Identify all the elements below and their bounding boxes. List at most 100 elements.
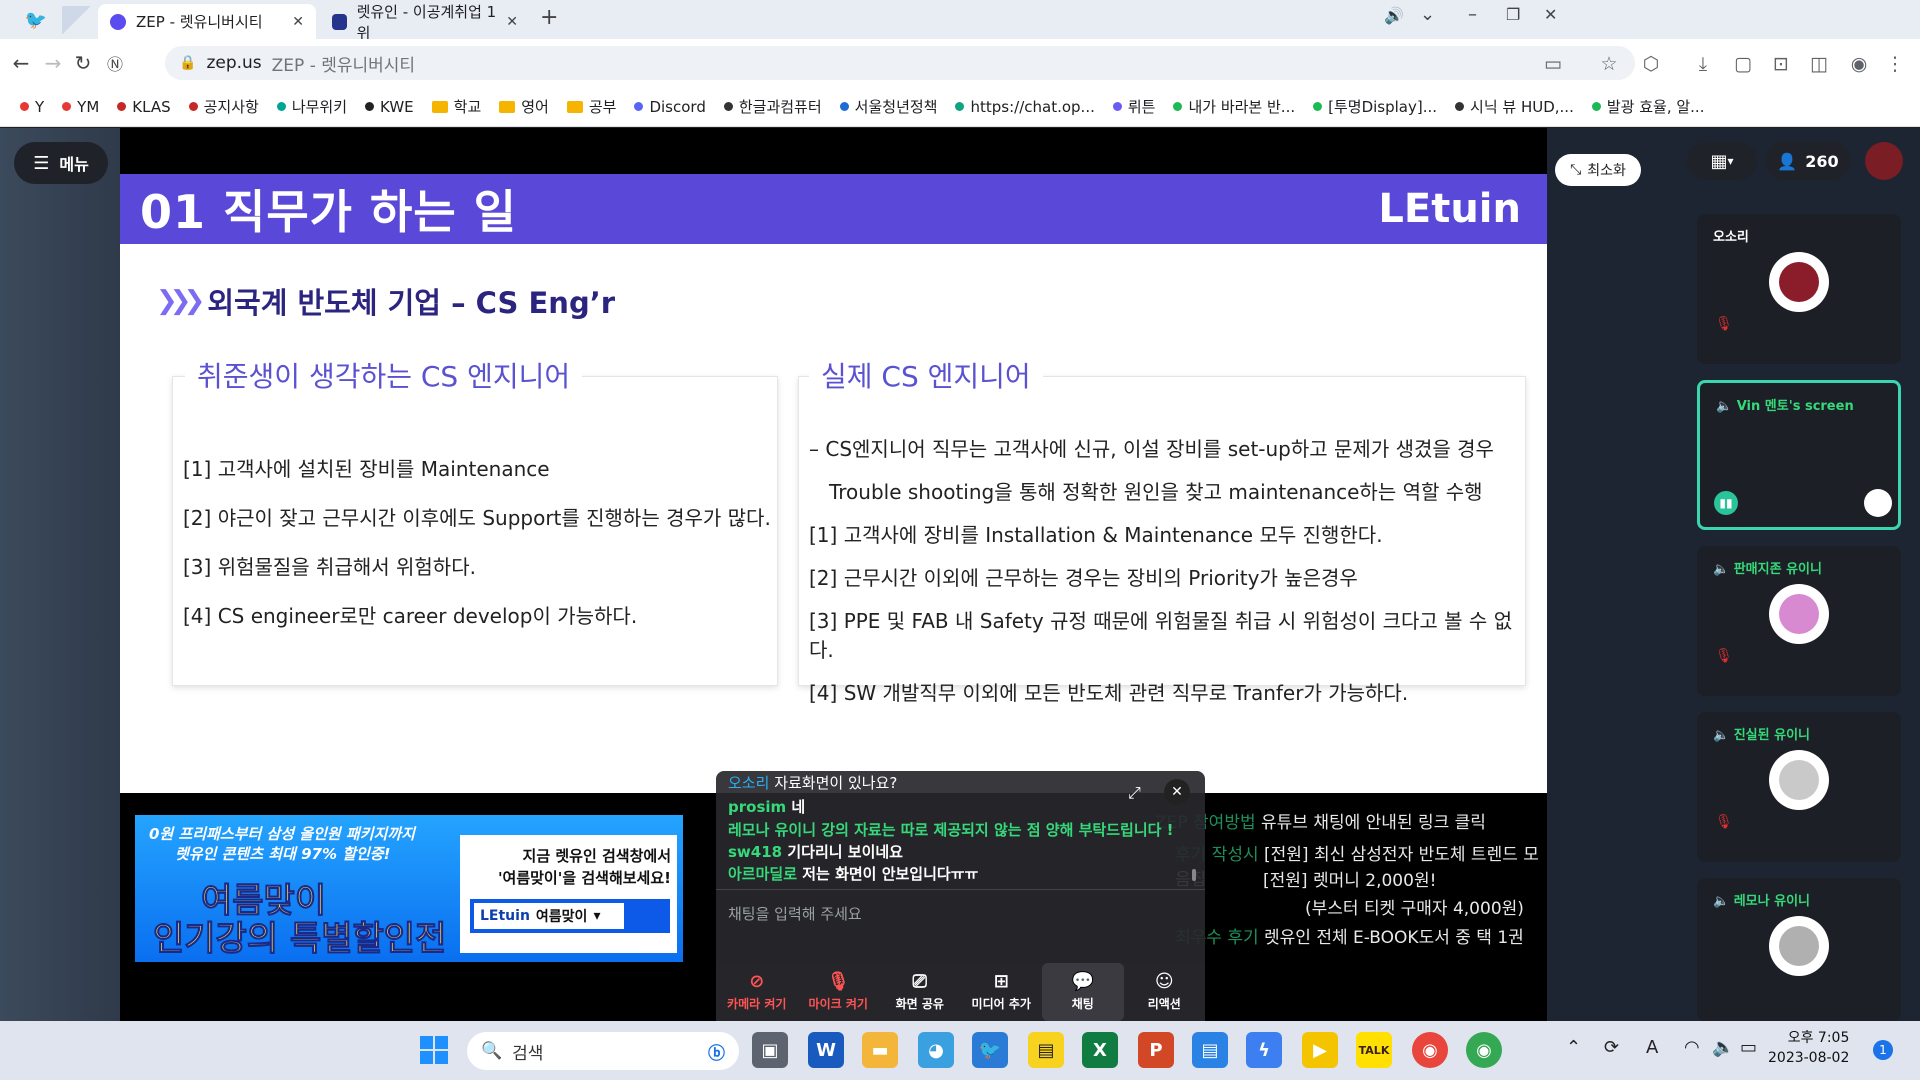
download-icon[interactable]: ⤓ <box>1690 51 1716 77</box>
word-icon[interactable]: W <box>808 1032 844 1068</box>
twitter-icon[interactable]: 🐦 <box>18 6 54 34</box>
minimize-window-icon[interactable]: – <box>1468 4 1477 25</box>
bookmark-item[interactable]: YM <box>62 98 99 116</box>
chrome-icon[interactable]: ◉ <box>1412 1032 1448 1068</box>
chrome-profile-icon[interactable]: ◉ <box>1466 1032 1502 1068</box>
control-label: 화면 공유 <box>895 996 944 1011</box>
new-tab-button[interactable]: + <box>540 5 558 30</box>
bookmark-item[interactable]: 공부 <box>566 96 616 117</box>
screen-share-button[interactable]: ⎚ 화면 공유 <box>879 963 961 1021</box>
browser-app-icon[interactable]: 🐦 <box>972 1032 1008 1068</box>
taskbar-clock[interactable]: 오후 7:05 2023-08-02 <box>1768 1028 1849 1068</box>
cast-icon[interactable]: ▭ <box>1540 51 1566 77</box>
bookmark-item[interactable]: 나무위키 <box>276 96 347 117</box>
user-icon: 👤 <box>1777 151 1798 171</box>
media-icon[interactable]: ▢ <box>1730 51 1756 77</box>
bookmark-label: KWE <box>380 97 414 116</box>
tab-letuin[interactable]: 렛유인 - 이공계취업 1위 ✕ <box>320 3 530 42</box>
bookmark-item[interactable]: 서울청년정책 <box>839 96 937 117</box>
close-tab-icon[interactable]: ✕ <box>292 14 304 30</box>
forward-icon[interactable]: → <box>36 46 70 80</box>
expand-icon[interactable]: ⤢ <box>1128 783 1141 803</box>
reaction-button[interactable]: ☺ 리액션 <box>1124 963 1206 1021</box>
info-text: 렛유인 전체 E-BOOK도서 중 택 1권 <box>1264 928 1524 948</box>
speaker-icon[interactable]: 🔊 <box>1384 6 1404 25</box>
bookmark-item[interactable]: Discord <box>634 98 706 116</box>
excel-icon[interactable]: X <box>1082 1032 1118 1068</box>
tray-overflow-icon[interactable]: ⌃ <box>1566 1037 1581 1058</box>
bookmark-label: [투명Display]... <box>1328 98 1438 116</box>
tab-zep[interactable]: ZEP - 렛유니버시티 ✕ <box>98 4 316 39</box>
side-panel-icon[interactable]: ◫ <box>1806 51 1832 77</box>
avatar <box>1864 489 1892 517</box>
media-add-icon: ⊞ <box>993 970 1009 992</box>
notion-extension-icon[interactable]: Ⓝ <box>98 46 132 80</box>
task-view-icon[interactable]: ▣ <box>752 1032 788 1068</box>
close-tab-icon[interactable]: ✕ <box>506 14 518 30</box>
bookmark-label: 영어 <box>521 98 549 116</box>
bookmark-item[interactable]: 시닉 뷰 HUD,... <box>1455 96 1574 117</box>
powerpoint-icon[interactable]: P <box>1138 1032 1174 1068</box>
chat-scrollbar[interactable] <box>1192 869 1196 881</box>
reload-icon[interactable]: ↻ <box>66 46 100 80</box>
video-tile[interactable]: 🔈 판매지존 유이니 🎙 <box>1697 546 1901 696</box>
bookmark-item[interactable]: 내가 바라본 반... <box>1173 96 1295 117</box>
profile-icon[interactable]: ◉ <box>1846 51 1872 77</box>
notepad-icon[interactable]: ▤ <box>1192 1032 1228 1068</box>
bookmark-item[interactable]: KWE <box>365 98 414 116</box>
camera-toggle-button[interactable]: ⊘ 카메라 켜기 <box>716 963 798 1021</box>
hancom-icon[interactable]: ϟ <box>1246 1032 1282 1068</box>
bookmark-item[interactable]: https://chat.op... <box>955 98 1095 116</box>
video-tile[interactable]: 🔈 진실된 유이니 🎙 <box>1697 712 1901 862</box>
notification-badge[interactable]: 1 <box>1873 1040 1893 1060</box>
back-icon[interactable]: ← <box>4 46 38 80</box>
battery-icon[interactable]: ▭ <box>1740 1037 1757 1058</box>
volume-icon[interactable]: 🔈 <box>1712 1037 1734 1058</box>
my-avatar[interactable] <box>1865 142 1903 180</box>
promo-banner[interactable]: 0원 프리패스부터 삼성 올인원 패키지까지 렛유인 콘텐츠 최대 97% 할인… <box>135 815 683 962</box>
extensions-icon[interactable]: ⬡ <box>1638 51 1664 77</box>
video-tile[interactable]: 오소리 🎙 <box>1697 214 1901 364</box>
address-bar[interactable]: 🔒 zep.us ZEP - 렛유니버시티 <box>165 46 1635 80</box>
sync-icon[interactable]: ⟳ <box>1604 1037 1619 1058</box>
chat-message: prosim 네 <box>728 796 805 817</box>
screenshot-icon[interactable]: ⊡ <box>1768 51 1794 77</box>
paint-icon[interactable]: ◕ <box>918 1032 954 1068</box>
sticky-notes-icon[interactable]: ▤ <box>1028 1032 1064 1068</box>
close-chat-icon[interactable]: ✕ <box>1164 779 1190 805</box>
restore-window-icon[interactable]: ❐ <box>1506 5 1520 24</box>
layout-toggle-button[interactable]: ▦ ▾ <box>1687 142 1757 180</box>
file-explorer-icon[interactable]: ▬ <box>862 1032 898 1068</box>
bookmark-item[interactable]: [투명Display]... <box>1313 96 1437 117</box>
tab-search-icon[interactable]: ⌄ <box>1420 4 1435 25</box>
mic-toggle-button[interactable]: 🎙 마이크 켜기 <box>798 963 880 1021</box>
slide-header: 01 직무가 하는 일 LEtuin <box>120 174 1547 244</box>
participants-button[interactable]: 👤 260 <box>1765 142 1851 180</box>
bookmark-item[interactable]: 한글과컴퓨터 <box>723 96 822 117</box>
bookmark-item[interactable]: 영어 <box>499 96 549 117</box>
media-add-button[interactable]: ⊞ 미디어 추가 <box>961 963 1043 1021</box>
close-window-icon[interactable]: ✕ <box>1544 5 1557 24</box>
media-player-icon[interactable]: ▶ <box>1302 1032 1338 1068</box>
wifi-icon[interactable]: ◠ <box>1684 1037 1700 1058</box>
bookmark-item[interactable]: 뤼튼 <box>1112 96 1155 117</box>
chat-button[interactable]: 💬 채팅 <box>1042 963 1124 1021</box>
more-menu-icon[interactable]: ⋮ <box>1882 51 1908 77</box>
zep-space: ☰ 메뉴 01 직무가 하는 일 LEtuin ❯❯❯ 외국계 반도체 기업 –… <box>0 128 1920 1021</box>
video-tile[interactable]: 🔈 레모나 유이니 <box>1697 878 1901 1021</box>
minimize-screen-button[interactable]: ⤡ 최소화 <box>1555 154 1641 186</box>
bookmark-item[interactable]: Y <box>20 98 44 116</box>
menu-button[interactable]: ☰ 메뉴 <box>14 142 108 184</box>
bookmark-item[interactable]: 학교 <box>431 96 481 117</box>
ime-indicator[interactable]: A <box>1646 1037 1658 1058</box>
taskbar-search[interactable]: 🔍 검색 ⓑ <box>467 1032 739 1070</box>
windows-start-icon[interactable] <box>420 1036 448 1064</box>
bookmark-item[interactable]: KLAS <box>117 98 171 116</box>
expectation-card: 취준생이 생각하는 CS 엔지니어 [1] 고객사에 설치된 장비를 Maint… <box>172 355 778 686</box>
chat-input[interactable]: 채팅을 입력해 주세요 <box>728 903 862 924</box>
screen-share-tile[interactable]: 🔈 Vin 멘토's screen ▮▮ <box>1697 380 1901 530</box>
bookmark-item[interactable]: 공지사항 <box>188 96 259 117</box>
bookmark-item[interactable]: 발광 효율, 알... <box>1591 96 1704 117</box>
kakaotalk-icon[interactable]: TALK <box>1356 1032 1392 1068</box>
bookmark-star-icon[interactable]: ☆ <box>1596 51 1622 77</box>
